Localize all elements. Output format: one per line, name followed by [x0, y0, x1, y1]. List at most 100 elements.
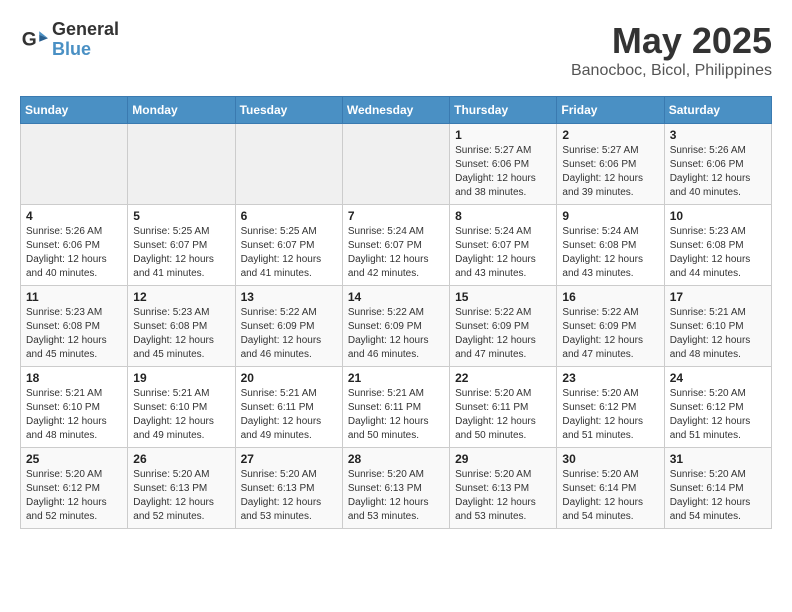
day-cell: 7 Sunrise: 5:24 AM Sunset: 6:07 PM Daylig… — [342, 205, 449, 286]
day-info: Sunrise: 5:20 AM Sunset: 6:13 PM Dayligh… — [133, 468, 229, 524]
day-cell: 14 Sunrise: 5:22 AM Sunset: 6:09 PM Dayli… — [342, 286, 449, 367]
day-number: 31 — [670, 452, 766, 466]
day-number: 14 — [348, 290, 444, 304]
day-cell: 27Sunrise: 5:20 AM Sunset: 6:13 PM Dayli… — [235, 448, 342, 529]
svg-text:G: G — [22, 29, 37, 50]
day-info: Sunrise: 5:23 AM Sunset: 6:08 PM Dayligh… — [670, 225, 766, 281]
day-info: Sunrise: 5:22 AM Sunset: 6:09 PM Dayligh… — [562, 306, 658, 362]
day-number: 3 — [670, 128, 766, 142]
day-number: 25 — [26, 452, 122, 466]
day-info: Sunrise: 5:20 AM Sunset: 6:12 PM Dayligh… — [26, 468, 122, 524]
day-number: 5 — [133, 209, 229, 223]
day-info: Sunrise: 5:26 AM Sunset: 6:06 PM Dayligh… — [670, 144, 766, 200]
day-cell: 4 Sunrise: 5:26 AM Sunset: 6:06 PM Daylig… — [21, 205, 128, 286]
col-header-saturday: Saturday — [664, 97, 771, 124]
page-header: G General Blue May 2025 Banocboc, Bicol,… — [20, 20, 772, 80]
day-number: 30 — [562, 452, 658, 466]
day-cell: 17 Sunrise: 5:21 AM Sunset: 6:10 PM Dayli… — [664, 286, 771, 367]
day-number: 29 — [455, 452, 551, 466]
day-cell: 1 Sunrise: 5:27 AM Sunset: 6:06 PM Daylig… — [450, 124, 557, 205]
day-number: 17 — [670, 290, 766, 304]
page-title: May 2025 — [571, 20, 772, 62]
day-number: 28 — [348, 452, 444, 466]
logo-icon: G — [20, 26, 48, 54]
day-cell: 3 Sunrise: 5:26 AM Sunset: 6:06 PM Daylig… — [664, 124, 771, 205]
day-info: Sunrise: 5:20 AM Sunset: 6:12 PM Dayligh… — [670, 387, 766, 443]
day-number: 19 — [133, 371, 229, 385]
day-cell: 2Sunrise: 5:27 AM Sunset: 6:06 PM Daylig… — [557, 124, 664, 205]
day-cell: 19Sunrise: 5:21 AM Sunset: 6:10 PM Dayli… — [128, 367, 235, 448]
day-cell — [235, 124, 342, 205]
calendar-table: SundayMondayTuesdayWednesdayThursdayFrid… — [20, 96, 772, 529]
day-number: 24 — [670, 371, 766, 385]
day-info: Sunrise: 5:27 AM Sunset: 6:06 PM Dayligh… — [455, 144, 551, 200]
day-number: 27 — [241, 452, 337, 466]
day-info: Sunrise: 5:20 AM Sunset: 6:14 PM Dayligh… — [670, 468, 766, 524]
day-cell — [342, 124, 449, 205]
header-row: SundayMondayTuesdayWednesdayThursdayFrid… — [21, 97, 772, 124]
day-info: Sunrise: 5:20 AM Sunset: 6:14 PM Dayligh… — [562, 468, 658, 524]
week-row-2: 4 Sunrise: 5:26 AM Sunset: 6:06 PM Daylig… — [21, 205, 772, 286]
day-cell: 31 Sunrise: 5:20 AM Sunset: 6:14 PM Dayli… — [664, 448, 771, 529]
col-header-monday: Monday — [128, 97, 235, 124]
day-number: 10 — [670, 209, 766, 223]
day-cell: 18Sunrise: 5:21 AM Sunset: 6:10 PM Dayli… — [21, 367, 128, 448]
day-cell: 6 Sunrise: 5:25 AM Sunset: 6:07 PM Daylig… — [235, 205, 342, 286]
day-cell: 30 Sunrise: 5:20 AM Sunset: 6:14 PM Dayli… — [557, 448, 664, 529]
day-number: 21 — [348, 371, 444, 385]
day-info: Sunrise: 5:25 AM Sunset: 6:07 PM Dayligh… — [133, 225, 229, 281]
day-cell: 28 Sunrise: 5:20 AM Sunset: 6:13 PM Dayli… — [342, 448, 449, 529]
day-cell — [21, 124, 128, 205]
day-cell: 9 Sunrise: 5:24 AM Sunset: 6:08 PM Daylig… — [557, 205, 664, 286]
day-cell: 29 Sunrise: 5:20 AM Sunset: 6:13 PM Dayli… — [450, 448, 557, 529]
day-info: Sunrise: 5:27 AM Sunset: 6:06 PM Dayligh… — [562, 144, 658, 200]
day-number: 7 — [348, 209, 444, 223]
page-subtitle: Banocboc, Bicol, Philippines — [571, 62, 772, 80]
col-header-tuesday: Tuesday — [235, 97, 342, 124]
logo: G General Blue — [20, 20, 119, 60]
day-number: 15 — [455, 290, 551, 304]
day-number: 26 — [133, 452, 229, 466]
day-cell: 26 Sunrise: 5:20 AM Sunset: 6:13 PM Dayli… — [128, 448, 235, 529]
logo-text: General Blue — [52, 20, 119, 60]
day-cell: 5 Sunrise: 5:25 AM Sunset: 6:07 PM Daylig… — [128, 205, 235, 286]
day-info: Sunrise: 5:25 AM Sunset: 6:07 PM Dayligh… — [241, 225, 337, 281]
day-info: Sunrise: 5:20 AM Sunset: 6:13 PM Dayligh… — [455, 468, 551, 524]
day-info: Sunrise: 5:24 AM Sunset: 6:08 PM Dayligh… — [562, 225, 658, 281]
logo-line1: General — [52, 20, 119, 40]
day-cell: 12Sunrise: 5:23 AM Sunset: 6:08 PM Dayli… — [128, 286, 235, 367]
day-number: 18 — [26, 371, 122, 385]
day-info: Sunrise: 5:21 AM Sunset: 6:10 PM Dayligh… — [670, 306, 766, 362]
day-cell — [128, 124, 235, 205]
day-number: 13 — [241, 290, 337, 304]
day-cell: 24 Sunrise: 5:20 AM Sunset: 6:12 PM Dayli… — [664, 367, 771, 448]
day-number: 16 — [562, 290, 658, 304]
week-row-3: 11 Sunrise: 5:23 AM Sunset: 6:08 PM Dayli… — [21, 286, 772, 367]
title-block: May 2025 Banocboc, Bicol, Philippines — [571, 20, 772, 80]
week-row-1: 1 Sunrise: 5:27 AM Sunset: 6:06 PM Daylig… — [21, 124, 772, 205]
day-number: 22 — [455, 371, 551, 385]
day-number: 11 — [26, 290, 122, 304]
day-info: Sunrise: 5:22 AM Sunset: 6:09 PM Dayligh… — [241, 306, 337, 362]
day-number: 1 — [455, 128, 551, 142]
day-info: Sunrise: 5:24 AM Sunset: 6:07 PM Dayligh… — [348, 225, 444, 281]
day-info: Sunrise: 5:23 AM Sunset: 6:08 PM Dayligh… — [26, 306, 122, 362]
day-number: 20 — [241, 371, 337, 385]
day-info: Sunrise: 5:20 AM Sunset: 6:13 PM Dayligh… — [348, 468, 444, 524]
day-number: 9 — [562, 209, 658, 223]
logo-line2: Blue — [52, 40, 119, 60]
day-number: 6 — [241, 209, 337, 223]
day-cell: 8 Sunrise: 5:24 AM Sunset: 6:07 PM Daylig… — [450, 205, 557, 286]
day-number: 4 — [26, 209, 122, 223]
day-cell: 21 Sunrise: 5:21 AM Sunset: 6:11 PM Dayli… — [342, 367, 449, 448]
day-info: Sunrise: 5:26 AM Sunset: 6:06 PM Dayligh… — [26, 225, 122, 281]
day-info: Sunrise: 5:22 AM Sunset: 6:09 PM Dayligh… — [348, 306, 444, 362]
day-cell: 16 Sunrise: 5:22 AM Sunset: 6:09 PM Dayli… — [557, 286, 664, 367]
day-cell: 23Sunrise: 5:20 AM Sunset: 6:12 PM Dayli… — [557, 367, 664, 448]
day-info: Sunrise: 5:24 AM Sunset: 6:07 PM Dayligh… — [455, 225, 551, 281]
col-header-friday: Friday — [557, 97, 664, 124]
day-number: 8 — [455, 209, 551, 223]
day-cell: 22Sunrise: 5:20 AM Sunset: 6:11 PM Dayli… — [450, 367, 557, 448]
day-info: Sunrise: 5:21 AM Sunset: 6:11 PM Dayligh… — [348, 387, 444, 443]
day-cell: 13 Sunrise: 5:22 AM Sunset: 6:09 PM Dayli… — [235, 286, 342, 367]
